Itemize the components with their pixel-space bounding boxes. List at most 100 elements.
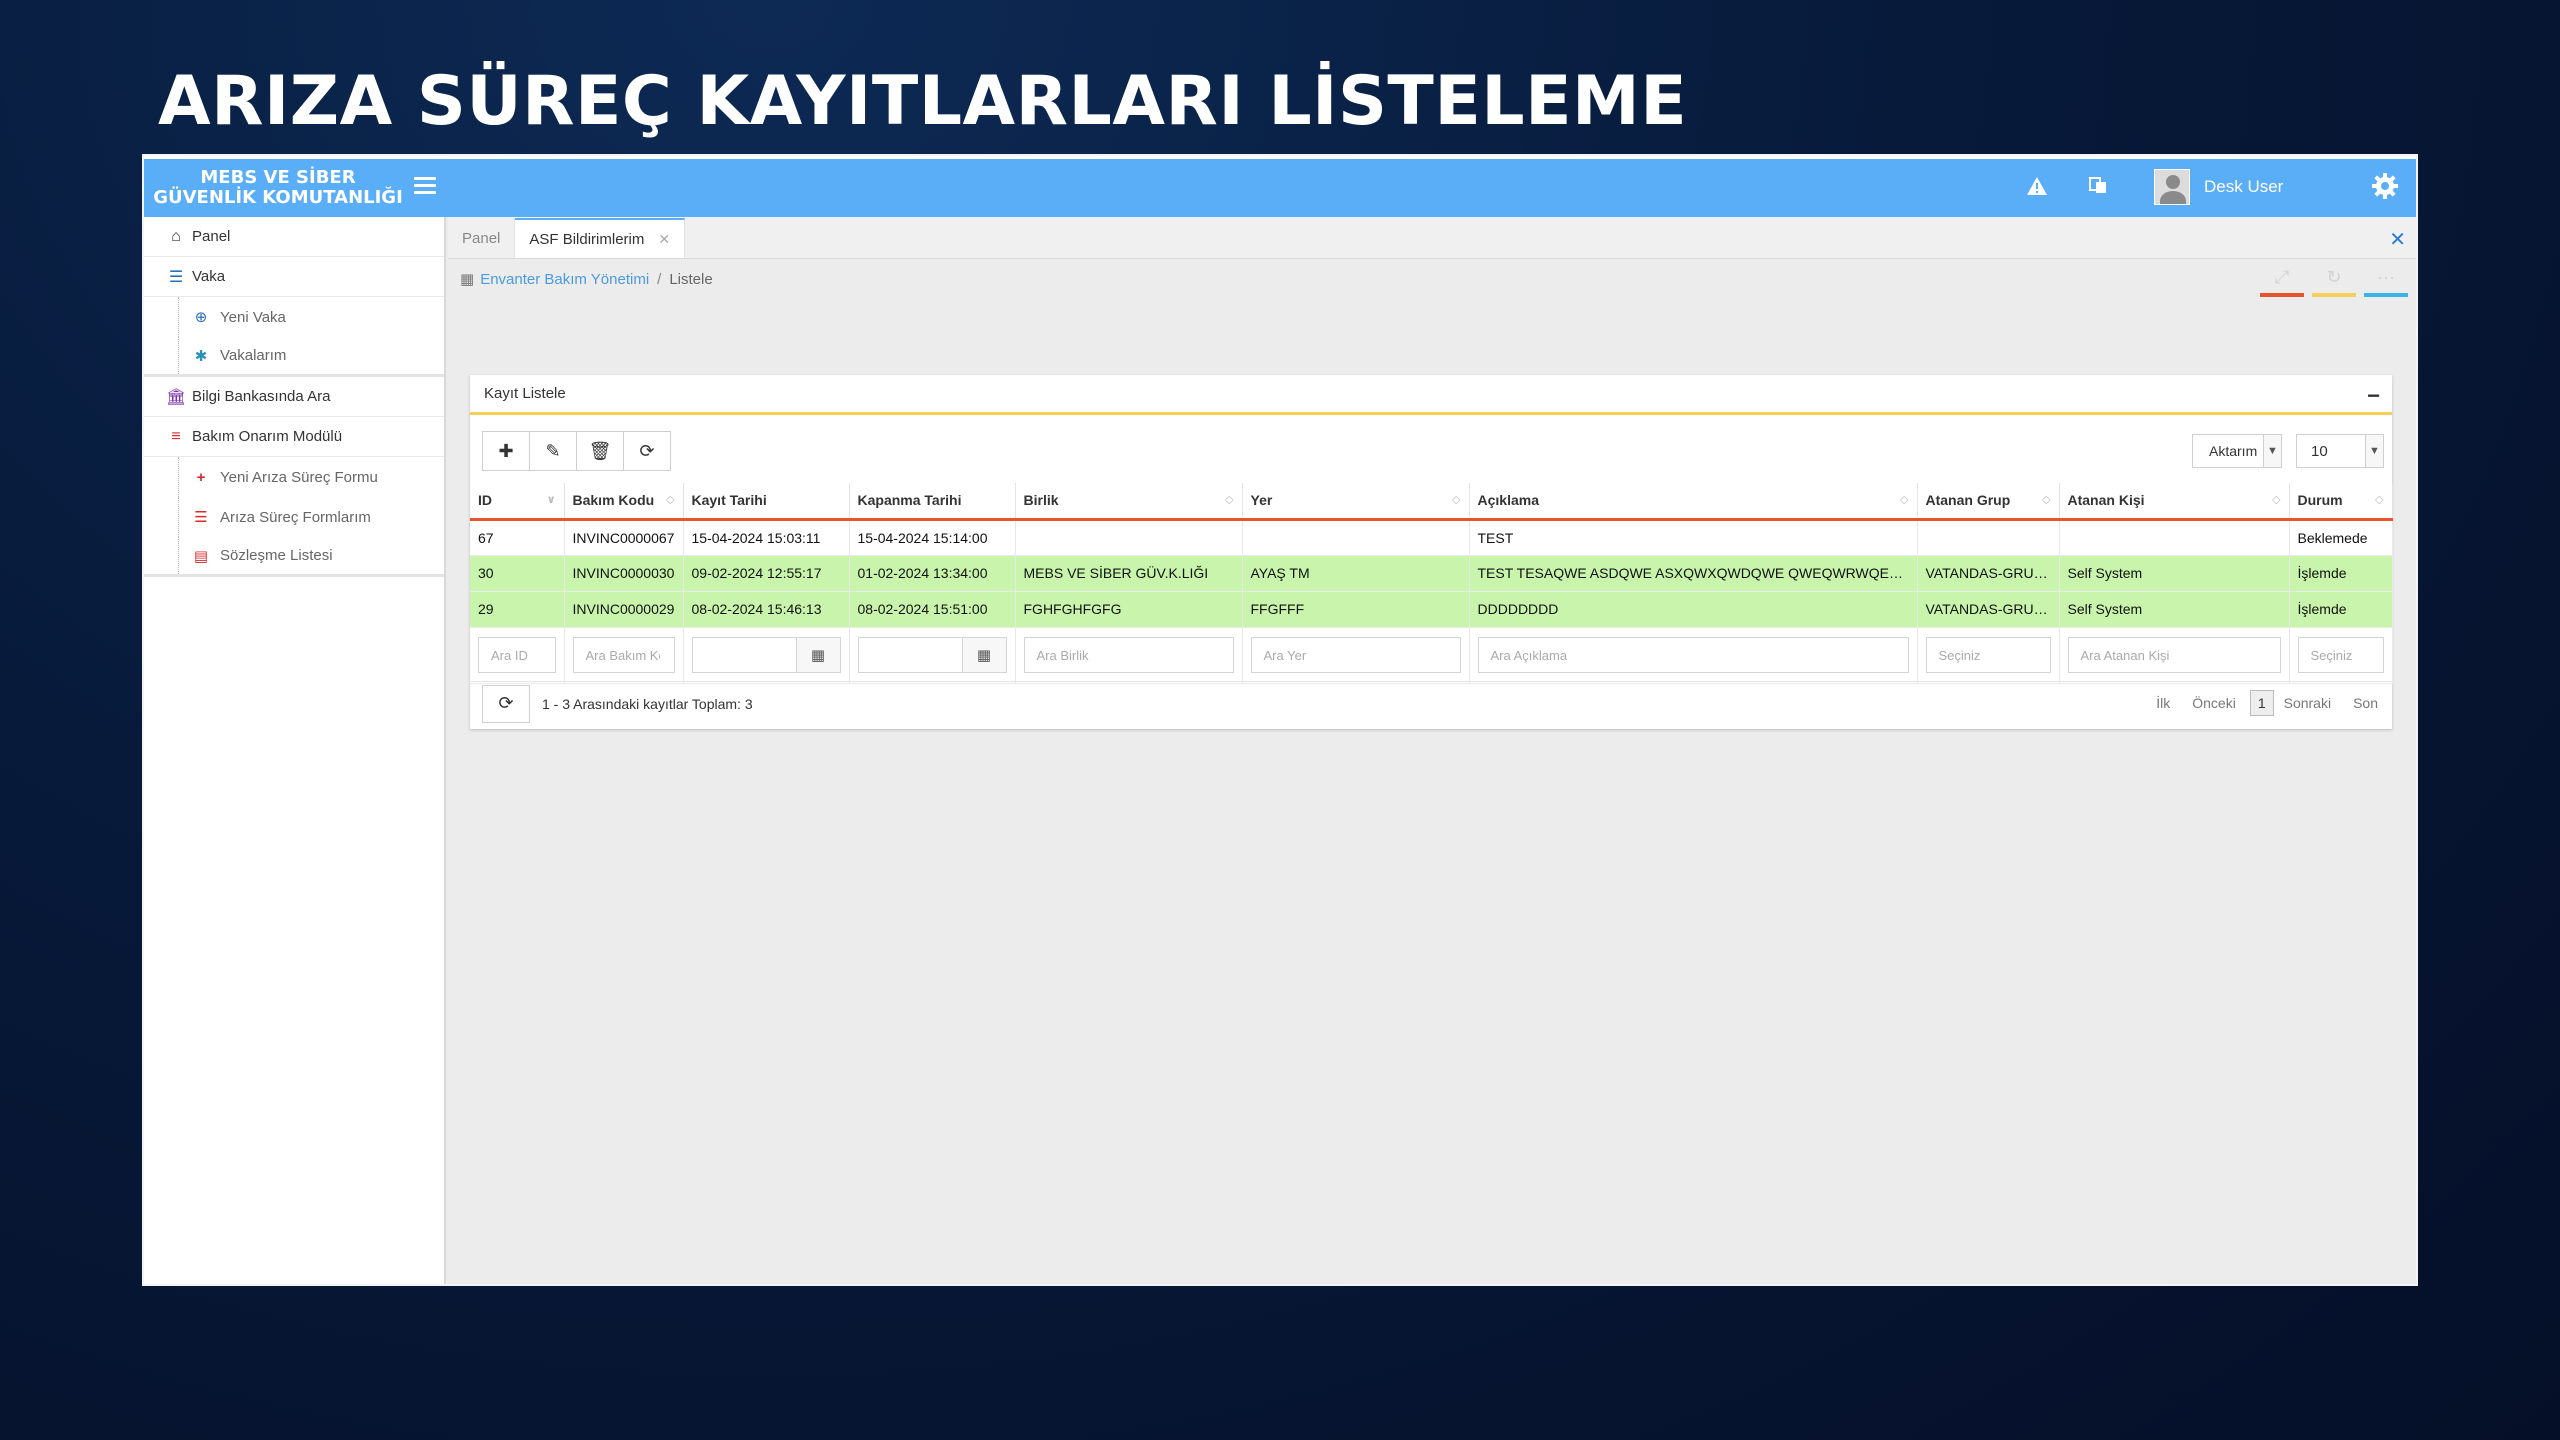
filter-placeholder: Ara Birlik: [1036, 647, 1089, 663]
table-row[interactable]: 67 INVINC0000067 15-04-2024 15:03:11 15-…: [470, 519, 2393, 556]
close-tab-icon[interactable]: ✕: [658, 231, 670, 248]
sidebar-item-vaka[interactable]: ☰ Vaka: [144, 257, 444, 297]
pagination: İlk Önceki 1 Sonraki Son: [2134, 690, 2378, 716]
cell-kapanma-tarihi: 15-04-2024 15:14:00: [849, 519, 1016, 556]
column-header-kapanma-tarihi[interactable]: Kapanma Tarihi: [849, 483, 1016, 521]
column-header-durum[interactable]: Durum ◇: [2289, 483, 2393, 521]
calendar-icon[interactable]: ▦: [961, 638, 1006, 672]
language-icon[interactable]: [2088, 175, 2108, 201]
filter-yer-input[interactable]: Ara Yer: [1250, 637, 1461, 673]
cell-atanan-kisi: Self System: [2059, 591, 2290, 628]
cell-atanan-kisi: Self System: [2059, 555, 2290, 592]
sidebar-item-bakim-onarim[interactable]: ≡ Bakım Onarım Modülü: [144, 417, 444, 457]
column-header-id[interactable]: ID ∨: [470, 483, 565, 521]
cell-kapanma-tarihi: 01-02-2024 13:34:00: [849, 555, 1016, 592]
tab-asf-bildirimlerim[interactable]: ASF Bildirimlerim ✕: [515, 218, 686, 258]
cell-durum: İşlemde: [2289, 555, 2393, 592]
list-icon: ☰: [168, 268, 184, 286]
pdf-file-icon: ▤: [193, 547, 209, 565]
sidebar-item-ariza-formlarim[interactable]: ☰ Arıza Süreç Formlarım: [144, 497, 444, 537]
cell-yer: FFGFFF: [1242, 591, 1470, 628]
gear-icon[interactable]: [2370, 171, 2400, 201]
more-icon[interactable]: ···: [2364, 267, 2408, 297]
close-all-tabs-icon[interactable]: ✕: [2389, 227, 2406, 252]
menu-toggle-icon[interactable]: [414, 177, 436, 195]
filter-birlik-input[interactable]: Ara Birlik: [1023, 637, 1234, 673]
reload-icon[interactable]: ↻: [2312, 267, 2356, 297]
sort-icon: ◇: [2042, 494, 2051, 506]
export-label: Aktarım: [2209, 443, 2258, 459]
pager-prev[interactable]: Önceki: [2192, 695, 2236, 711]
sort-icon: ◇: [1900, 494, 1909, 506]
column-label: Kapanma Tarihi: [857, 492, 962, 509]
column-label: Birlik: [1023, 492, 1059, 509]
sidebar-item-yeni-ariza-formu[interactable]: + Yeni Arıza Süreç Formu: [144, 457, 444, 497]
column-header-bakim-kodu[interactable]: Bakım Kodu ◇: [564, 483, 684, 521]
filter-kayit-tarihi-input[interactable]: ▦: [691, 637, 841, 673]
list-icon: ☰: [194, 509, 208, 526]
cell-id: 30: [470, 555, 565, 592]
edit-button[interactable]: ✎: [529, 431, 577, 471]
column-header-aciklama[interactable]: Açıklama ◇: [1469, 483, 1918, 521]
page-size-select[interactable]: 10 ▼: [2296, 434, 2384, 468]
breadcrumb-parent-link[interactable]: Envanter Bakım Yönetimi: [480, 271, 649, 288]
cell-durum: Beklemede: [2289, 519, 2393, 556]
export-select[interactable]: Aktarım ▼: [2192, 434, 2282, 468]
sidebar-item-yeni-vaka[interactable]: ⊕ Yeni Vaka: [144, 297, 444, 337]
tab-panel[interactable]: Panel: [448, 218, 516, 258]
refresh-icon: ⟳: [498, 693, 514, 713]
column-header-yer[interactable]: Yer ◇: [1242, 483, 1470, 521]
bank-icon: 🏛: [166, 388, 187, 406]
tab-label: ASF Bildirimlerim: [529, 230, 645, 248]
sidebar-item-bilgi-bankasi[interactable]: 🏛 Bilgi Bankasında Ara: [144, 377, 444, 417]
filter-id-input[interactable]: Ara ID: [478, 637, 556, 673]
cell-bakim-kodu: INVINC0000067: [564, 519, 684, 556]
panel-title: Kayıt Listele: [484, 385, 566, 402]
sidebar-item-panel[interactable]: ⌂ Panel: [144, 217, 444, 257]
filter-kapanma-tarihi-input[interactable]: ▦: [857, 637, 1007, 673]
table-row[interactable]: 29 INVINC0000029 08-02-2024 15:46:13 08-…: [470, 591, 2393, 628]
filter-placeholder: Ara ID: [491, 647, 528, 663]
column-header-kayit-tarihi[interactable]: Kayıt Tarihi: [683, 483, 850, 521]
pager-next[interactable]: Sonraki: [2284, 695, 2331, 711]
user-name: Desk User: [2204, 177, 2284, 196]
plus-icon: +: [196, 468, 206, 486]
refresh-button[interactable]: ⟳: [623, 431, 671, 471]
chevron-down-icon: ▼: [2365, 435, 2383, 467]
cell-bakim-kodu: INVINC0000029: [564, 591, 684, 628]
filter-placeholder: Ara Yer: [1263, 647, 1307, 663]
pager-last[interactable]: Son: [2353, 695, 2378, 711]
records-table: ID ∨ Bakım Kodu ◇ Kayıt Tarihi Kapanma Tar…: [470, 483, 2393, 684]
alert-triangle-icon[interactable]: [2026, 175, 2048, 203]
pager-page-1[interactable]: 1: [2249, 690, 2274, 716]
footer-refresh-button[interactable]: ⟳: [482, 684, 530, 723]
add-button[interactable]: ✚: [482, 431, 530, 471]
filter-bakim-kodu-input[interactable]: Ara Bakım Kodu: [572, 637, 675, 673]
filter-aciklama-input[interactable]: Ara Açıklama: [1477, 637, 1909, 673]
cell-aciklama: DDDDDDDD: [1469, 591, 1918, 628]
brand-logo[interactable]: MEBS VE SİBER GÜVENLİK KOMUTANLIĞI: [144, 159, 412, 217]
calendar-icon[interactable]: ▦: [795, 638, 840, 672]
sidebar-item-label: Bakım Onarım Modülü: [192, 428, 343, 445]
column-label: ID: [478, 492, 492, 509]
user-menu[interactable]: Desk User: [2154, 168, 2283, 206]
column-header-atanan-grup[interactable]: Atanan Grup ◇: [1917, 483, 2060, 521]
filter-atanan-kisi-input[interactable]: Ara Atanan Kişi: [2067, 637, 2281, 673]
filter-durum-select[interactable]: Seçiniz: [2297, 637, 2384, 673]
pager-first[interactable]: İlk: [2156, 695, 2170, 711]
minimize-icon[interactable]: −: [2367, 383, 2380, 409]
table-row[interactable]: 30 INVINC0000030 09-02-2024 12:55:17 01-…: [470, 555, 2393, 592]
cell-atanan-grup: VATANDAS-GRUBU: [1917, 555, 2060, 592]
sidebar-item-vakalarim[interactable]: ✱ Vakalarım: [144, 337, 444, 377]
column-label: Durum: [2297, 492, 2343, 509]
delete-button[interactable]: 🗑: [576, 431, 624, 471]
sidebar-item-sozlesme-listesi[interactable]: ▤ Sözleşme Listesi: [144, 537, 444, 577]
filter-placeholder: Ara Bakım Kodu: [585, 647, 660, 663]
column-header-birlik[interactable]: Birlik ◇: [1015, 483, 1243, 521]
cell-birlik: FGHFGHFGFG: [1015, 591, 1243, 628]
sidebar: ⌂ Panel ☰ Vaka ⊕ Yeni Vaka ✱ Vakalarım 🏛…: [144, 217, 446, 1284]
column-header-atanan-kisi[interactable]: Atanan Kişi ◇: [2059, 483, 2290, 521]
filter-atanan-grup-select[interactable]: Seçiniz: [1925, 637, 2051, 673]
fullscreen-icon[interactable]: ⤢: [2260, 267, 2304, 297]
filter-placeholder: Ara Atanan Kişi: [2080, 647, 2170, 663]
